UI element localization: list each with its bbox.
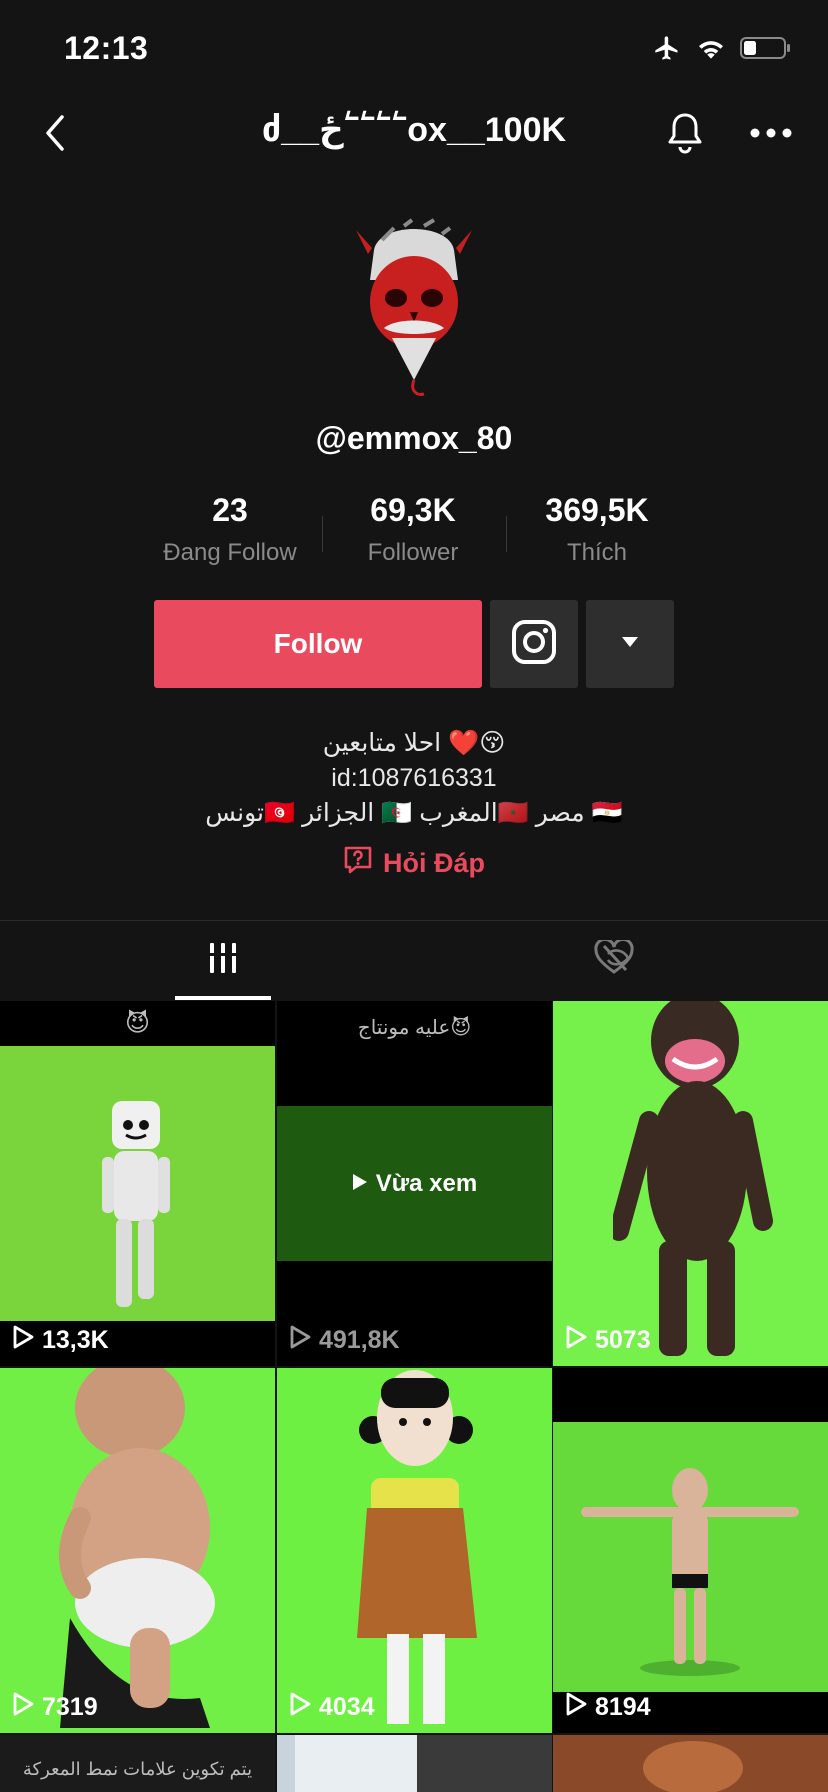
caret-down-icon xyxy=(621,635,639,653)
view-count-value: 13,3K xyxy=(42,1326,109,1354)
video-caption: يتم تكوين علامات نمط المعركة xyxy=(22,1759,253,1779)
nav-bar: ძ__ځ՟՟՟՟ox__100K xyxy=(0,100,828,164)
instagram-icon xyxy=(511,619,557,670)
video-thumbnail-4[interactable]: 7319 xyxy=(0,1368,275,1733)
stat-followers[interactable]: 69,3K Follower xyxy=(323,492,503,567)
view-count: 13,3K xyxy=(12,1325,109,1356)
qa-link[interactable]: Hỏi Đáp xyxy=(0,845,828,882)
video-thumbnail-1[interactable]: 😈 13,3K xyxy=(0,1001,275,1366)
view-count: 5073 xyxy=(565,1325,651,1356)
heart-hidden-icon xyxy=(594,937,634,981)
follow-button[interactable]: Follow xyxy=(154,600,482,688)
airplane-icon xyxy=(652,34,682,67)
video-thumbnail-5[interactable]: 4034 xyxy=(277,1368,552,1733)
view-count-value: 8194 xyxy=(595,1693,651,1721)
view-count-value: 7319 xyxy=(42,1693,98,1721)
play-icon xyxy=(565,1692,587,1723)
view-count: 8194 xyxy=(565,1692,651,1723)
following-count: 23 xyxy=(212,492,248,528)
status-bar: 12:13 xyxy=(0,0,828,100)
view-count-value: 5073 xyxy=(595,1326,651,1354)
video-thumbnail-8[interactable] xyxy=(277,1735,552,1792)
play-filled-icon xyxy=(352,1170,368,1198)
stat-following[interactable]: 23 Đang Follow xyxy=(140,492,320,567)
qa-label: Hỏi Đáp xyxy=(382,848,485,878)
recently-watched-badge: Vừa xem xyxy=(277,1001,552,1366)
video-thumbnail-6[interactable]: 8194 xyxy=(553,1368,828,1733)
followers-label: Follower xyxy=(367,539,459,566)
back-icon[interactable] xyxy=(30,108,80,158)
view-count: 4034 xyxy=(289,1692,375,1723)
more-options-icon[interactable] xyxy=(746,108,796,158)
grid-icon xyxy=(208,941,238,980)
video-thumbnail-2[interactable]: عليه مونتاج😈 Vừa xem 491,8K xyxy=(277,1001,552,1366)
play-icon xyxy=(12,1325,34,1356)
avatar[interactable] xyxy=(354,210,474,400)
video-grid: 😈 13,3K عليه مونتاج😈 Vừa xem 491,8K 5073… xyxy=(0,1001,828,1792)
video-thumbnail-7[interactable]: يتم تكوين علامات نمط المعركة xyxy=(0,1735,275,1792)
play-icon xyxy=(12,1692,34,1723)
video-thumbnail-3[interactable]: 5073 xyxy=(553,1001,828,1366)
video-thumbnail-9[interactable] xyxy=(553,1735,828,1792)
status-time: 12:13 xyxy=(64,30,149,66)
followers-count: 69,3K xyxy=(370,492,456,528)
tab-videos[interactable] xyxy=(0,922,446,998)
play-icon xyxy=(565,1325,587,1356)
view-count-value: 491,8K xyxy=(319,1326,400,1354)
likes-count: 369,5K xyxy=(545,492,649,528)
tab-active-indicator xyxy=(175,996,271,1000)
recently-watched-label: Vừa xem xyxy=(375,1169,478,1197)
bio-line-2: id:1087616331 xyxy=(331,764,497,792)
play-icon xyxy=(289,1325,311,1356)
stat-likes[interactable]: 369,5K Thích xyxy=(507,492,687,567)
suggestions-dropdown-button[interactable] xyxy=(586,600,674,688)
video-caption: 😈 xyxy=(124,1010,151,1037)
following-label: Đang Follow xyxy=(163,539,297,566)
view-count: 491,8K xyxy=(289,1325,400,1356)
view-count: 7319 xyxy=(12,1692,98,1723)
tabs-divider xyxy=(0,920,828,921)
wifi-icon xyxy=(696,35,726,66)
instagram-button[interactable] xyxy=(490,600,578,688)
question-icon xyxy=(343,845,373,882)
battery-icon xyxy=(740,35,792,66)
bell-icon[interactable] xyxy=(660,108,710,158)
bio-line-3: تونس🇹🇳 الجزائر 🇩🇿 المغرب🇲🇦 مصر 🇪🇬 xyxy=(205,799,623,827)
username: @emmox_80 xyxy=(315,420,513,456)
likes-label: Thích xyxy=(566,539,628,566)
bio-line-1: احلا متابعين ❤️😚 xyxy=(322,729,506,757)
play-icon xyxy=(289,1692,311,1723)
view-count-value: 4034 xyxy=(319,1693,375,1721)
profile-title: ძ__ځ՟՟՟՟ox__100K xyxy=(261,111,567,149)
status-icons xyxy=(652,34,792,67)
tab-liked-private[interactable] xyxy=(400,922,828,998)
